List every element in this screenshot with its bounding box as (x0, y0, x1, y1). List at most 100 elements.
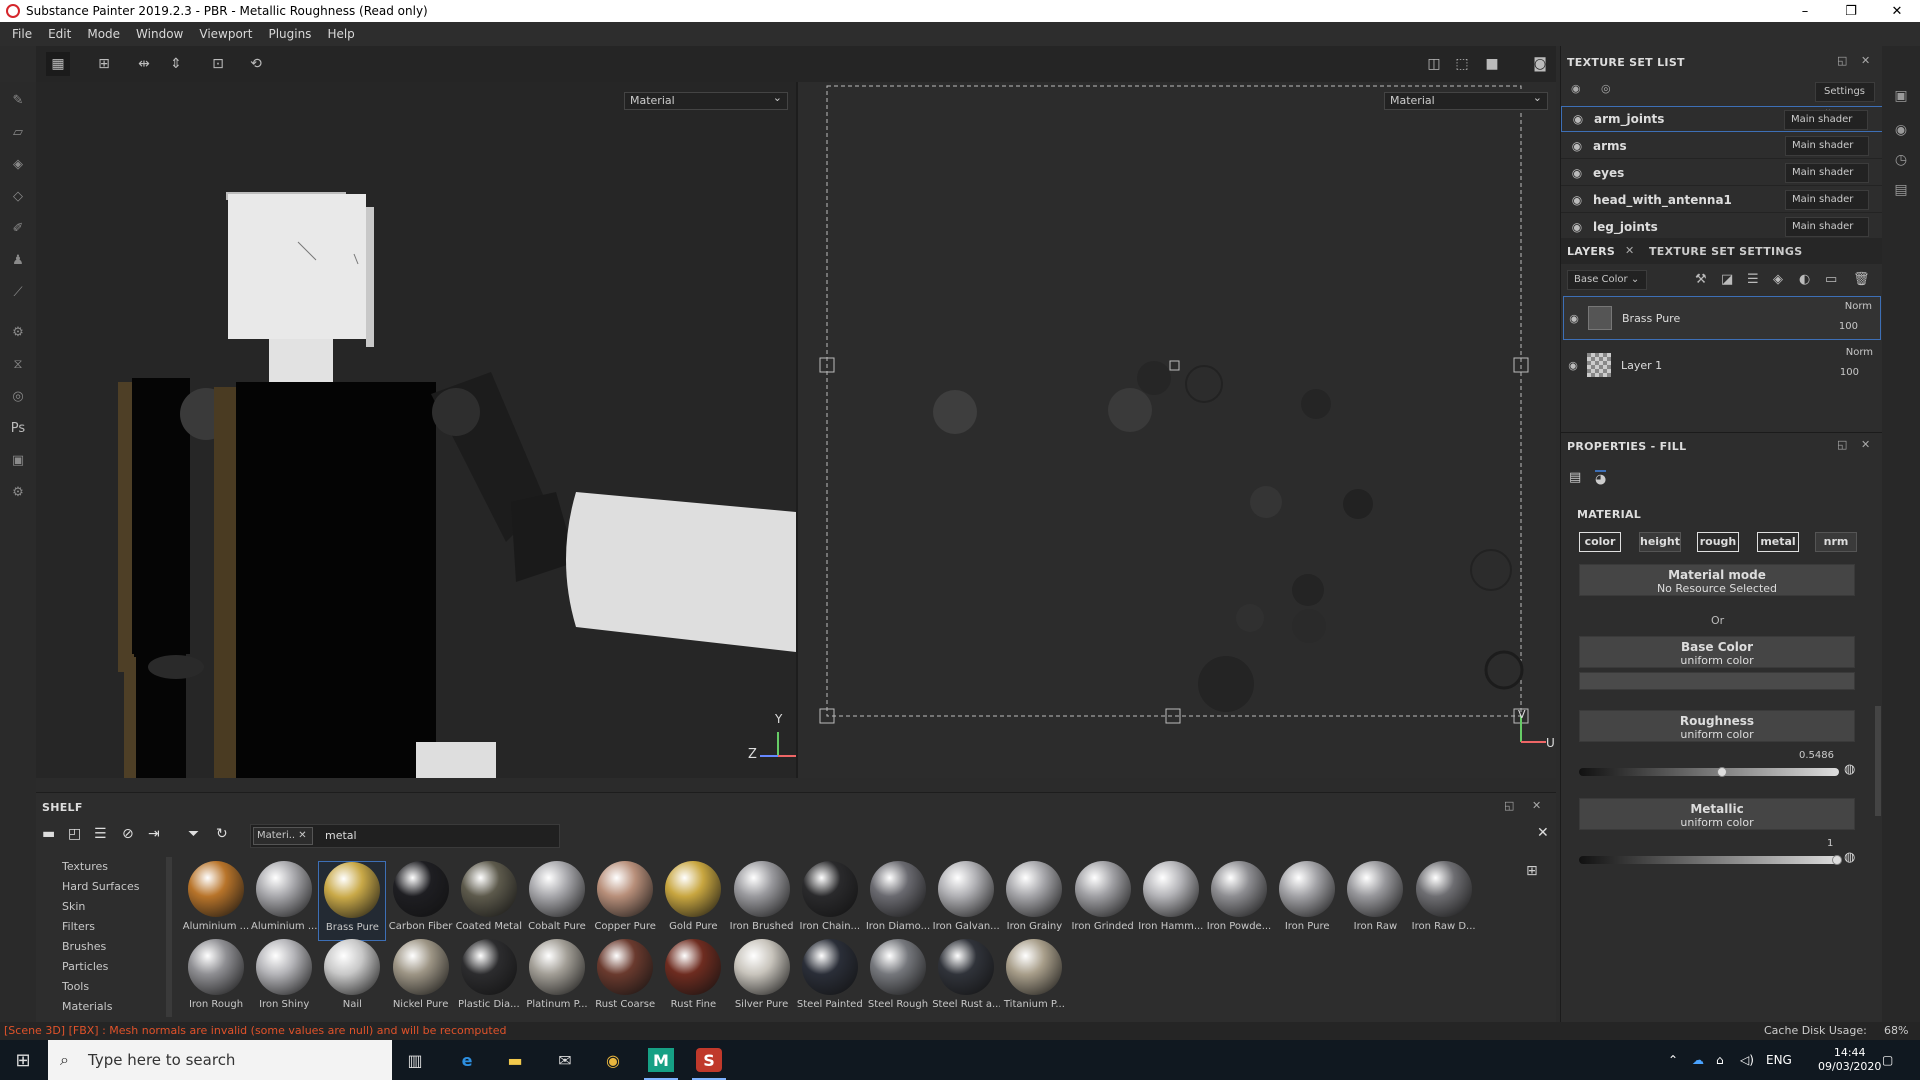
mail-icon[interactable]: ✉ (552, 1048, 578, 1072)
material-item[interactable]: Copper Pure (591, 861, 659, 941)
roughness-picker-icon[interactable]: ◍ (1844, 762, 1855, 777)
log-dock-icon[interactable]: ▤ (1891, 180, 1911, 200)
tsl-visibility-icon[interactable]: ◉ (1571, 82, 1581, 95)
add-fill-layer-icon[interactable]: ◈ (1773, 272, 1783, 287)
cube-icon[interactable]: ⬚ (1450, 52, 1474, 76)
material-item[interactable]: Rust Coarse (591, 939, 659, 1019)
category-tools[interactable]: Tools (36, 977, 166, 997)
filter-icon[interactable]: ⏷ (188, 826, 199, 842)
chip-metal[interactable]: metal (1757, 532, 1799, 552)
material-item[interactable]: Aluminium ... (182, 861, 250, 941)
display-settings-icon[interactable]: ◫ (1422, 52, 1446, 76)
shader-select[interactable]: Main shader (1785, 163, 1869, 183)
menu-edit[interactable]: Edit (40, 27, 79, 41)
eye-icon[interactable]: ◉ (1561, 220, 1593, 234)
category-textures[interactable]: Textures (36, 857, 166, 877)
texture-set-row[interactable]: ◉ arms Main shader (1561, 133, 1883, 159)
add-smart-material-icon[interactable]: ◐ (1799, 272, 1810, 287)
filter-tag[interactable]: Materi.. ✕ (253, 827, 313, 845)
props-float-icon[interactable]: ◱ (1837, 438, 1847, 451)
eye-icon[interactable]: ◉ (1561, 139, 1593, 153)
layer-row[interactable]: ◉ Brass Pure Norm 100 (1563, 296, 1881, 340)
category-materials[interactable]: Materials (36, 997, 166, 1017)
polygon-fill-icon[interactable]: ◇ (8, 186, 28, 206)
bake-icon[interactable]: ⚙ (8, 322, 28, 342)
history-dock-icon[interactable]: ◷ (1891, 150, 1911, 170)
menu-file[interactable]: File (4, 27, 40, 41)
category-brushes[interactable]: Brushes (36, 937, 166, 957)
onedrive-icon[interactable]: ☁ (1692, 1040, 1704, 1080)
material-item[interactable]: Iron Grinded (1069, 861, 1137, 941)
uv-channel-select[interactable]: Material (1384, 90, 1548, 110)
tab-layers[interactable]: LAYERS (1567, 245, 1615, 258)
blend-mode-select[interactable]: Norm (1845, 301, 1872, 312)
metallic-picker-icon[interactable]: ◍ (1844, 850, 1855, 865)
base-color-box[interactable]: Base Color uniform color (1579, 636, 1855, 668)
menu-viewport[interactable]: Viewport (191, 27, 260, 41)
tsl-settings-button[interactable]: Settings ⌄ (1815, 82, 1875, 115)
texture-set-row[interactable]: ◉ arm_joints Main shader (1561, 106, 1883, 132)
channel-select[interactable]: Base Color ⌄ (1567, 270, 1647, 290)
taskbar-search[interactable]: ⌕ Type here to search (48, 1040, 392, 1080)
category-particles[interactable]: Particles (36, 957, 166, 977)
new-item-icon[interactable]: ◰ (68, 826, 81, 842)
list-icon[interactable]: ☰ (94, 826, 107, 842)
chip-rough[interactable]: rough (1697, 532, 1739, 552)
material-item[interactable]: Iron Diamo... (864, 861, 932, 941)
material-tab-icon[interactable]: ◕ (1595, 470, 1607, 487)
shader-select[interactable]: Main shader (1784, 110, 1868, 130)
language-indicator[interactable]: ENG (1766, 1040, 1792, 1080)
add-layer-icon[interactable]: ☰ (1747, 272, 1759, 287)
eye-icon[interactable]: ◉ (1563, 359, 1583, 372)
material-item[interactable]: Cobalt Pure (523, 861, 591, 941)
metallic-slider-handle[interactable] (1832, 855, 1842, 865)
metallic-box[interactable]: Metallic uniform color (1579, 798, 1855, 830)
tsl-solo-icon[interactable]: ◎ (1601, 82, 1611, 95)
material-item[interactable]: Iron Powde... (1205, 861, 1273, 941)
properties-scrollbar[interactable] (1875, 706, 1881, 816)
material-item[interactable]: Steel Rough (864, 939, 932, 1019)
menu-window[interactable]: Window (128, 27, 191, 41)
fit-view-icon[interactable]: ⊡ (206, 52, 230, 76)
texture-set-row[interactable]: ◉ leg_joints Main shader (1561, 214, 1883, 238)
material-item[interactable]: Nickel Pure (387, 939, 455, 1019)
shader-select[interactable]: Main shader (1785, 217, 1869, 237)
tray-chevron-icon[interactable]: ⌃ (1668, 1040, 1678, 1080)
chip-height[interactable]: height (1639, 532, 1681, 552)
eye-icon[interactable]: ◉ (1561, 166, 1593, 180)
material-item[interactable]: Carbon Fiber (387, 861, 455, 941)
add-effect-icon[interactable]: ⚒ (1695, 272, 1707, 287)
maya-icon[interactable]: M (648, 1048, 674, 1072)
material-item[interactable]: Steel Painted (796, 939, 864, 1019)
material-item[interactable]: Plastic Dia... (455, 939, 523, 1019)
roughness-slider[interactable] (1579, 768, 1839, 776)
layer-row[interactable]: ◉ Layer 1 Norm 100 (1563, 343, 1881, 387)
metallic-slider[interactable] (1579, 856, 1839, 864)
roughness-number[interactable]: 0.5486 (1799, 750, 1834, 761)
categories-scrollbar[interactable] (166, 857, 172, 1017)
add-folder-icon[interactable]: ▭ (1825, 272, 1837, 287)
blend-mode-select[interactable]: Norm (1846, 347, 1873, 358)
fill-settings-icon[interactable]: ▤ (1569, 470, 1581, 485)
material-item[interactable]: Gold Pure (659, 861, 727, 941)
menu-plugins[interactable]: Plugins (260, 27, 319, 41)
shader-icon[interactable]: ◎ (8, 386, 28, 406)
material-item[interactable]: Steel Rust a... (932, 939, 1000, 1019)
color-picker-icon[interactable]: ⟋ (8, 282, 28, 302)
smudge-icon[interactable]: ✐ (8, 218, 28, 238)
reset-icon[interactable]: ↻ (216, 826, 228, 842)
display-settings-dock-icon[interactable]: ◉ (1891, 120, 1911, 140)
base-color-swatch[interactable] (1579, 672, 1855, 690)
hide-icon[interactable]: ⊘ (122, 826, 134, 842)
shader-select[interactable]: Main shader (1785, 190, 1869, 210)
mirror-icon[interactable]: ⇕ (164, 52, 188, 76)
tab-texture-set-settings[interactable]: TEXTURE SET SETTINGS (1649, 245, 1802, 258)
metallic-number[interactable]: 1 (1827, 838, 1833, 849)
symmetry-icon[interactable]: ⇹ (132, 52, 156, 76)
clock[interactable]: 14:44 09/03/2020 (1818, 1040, 1881, 1080)
menu-mode[interactable]: Mode (79, 27, 128, 41)
eraser-icon[interactable]: ▱ (8, 122, 28, 142)
chrome-icon[interactable]: ◉ (600, 1048, 626, 1072)
task-view-icon[interactable]: ▥ (402, 1048, 428, 1072)
material-item[interactable]: Iron Chain... (796, 861, 864, 941)
